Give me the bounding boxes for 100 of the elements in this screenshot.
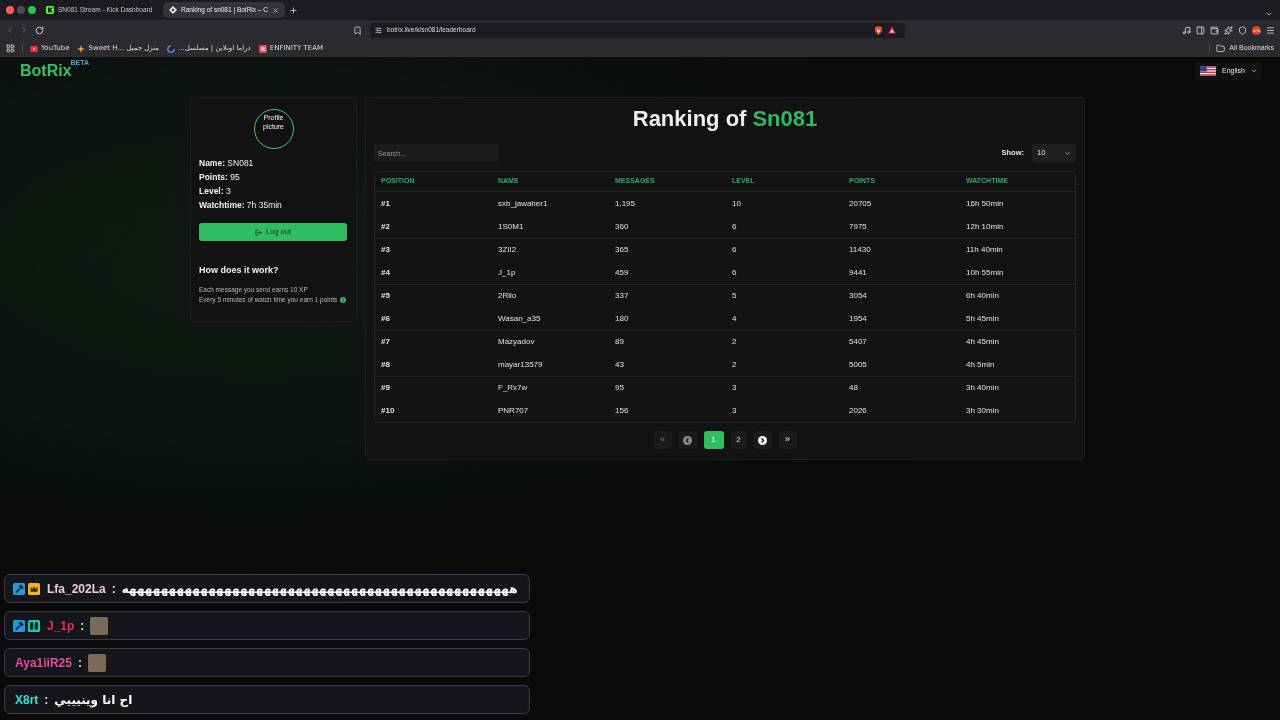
table-cell: 156 (615, 404, 629, 417)
tab-favicon-icon (46, 6, 54, 14)
table-cell: 337 (615, 290, 629, 302)
shield-icon[interactable] (1238, 25, 1247, 35)
table-cell: 95 (615, 382, 624, 394)
reload-icon[interactable] (35, 25, 44, 35)
page-button[interactable]: 2 (730, 431, 747, 449)
table-cell: 12h 10min (966, 220, 1004, 233)
chat-separator: : (80, 617, 85, 635)
table-cell: 6h 40min (966, 290, 999, 302)
shield-logo-icon[interactable] (874, 25, 883, 35)
table-cell: Wasan_a35 (498, 312, 541, 325)
table-cell: #9 (381, 382, 390, 394)
table-cell: mayar13579 (498, 358, 543, 371)
tab-list-chevron-icon[interactable] (1265, 10, 1273, 18)
table-cell: #8 (381, 358, 390, 371)
site-logo[interactable]: BotRix (20, 62, 72, 80)
table-cell: #1 (381, 197, 390, 210)
table-cell: #3 (381, 244, 390, 256)
triangle-logo-icon[interactable] (888, 26, 896, 34)
chat-username[interactable]: J_1p (47, 616, 75, 635)
loading-ring-icon (167, 44, 176, 53)
emote-image (87, 653, 106, 672)
menu-icon[interactable] (1266, 25, 1275, 35)
table-cell: 5407 (849, 336, 867, 348)
table-cell: 360 (615, 220, 629, 233)
chat-username[interactable]: Aya1iiR25 (15, 653, 72, 672)
sparkle-icon[interactable] (1224, 25, 1233, 35)
bookmark-icon[interactable] (353, 25, 362, 35)
table-cell: 180 (615, 312, 629, 325)
table-cell: 4h 45min (966, 336, 999, 348)
channel-name: Sn081 (752, 106, 818, 132)
table-cell: #7 (381, 336, 390, 348)
music-note-icon[interactable] (1182, 25, 1191, 35)
close-tab-icon[interactable] (272, 6, 279, 14)
table-cell: 11430 (849, 244, 871, 256)
chat-username[interactable]: X8rt (15, 690, 39, 709)
table-cell: 365 (615, 244, 629, 256)
table-cell: 10 (732, 197, 741, 210)
table-cell: 6 (732, 244, 737, 256)
table-cell: 4h 5min (966, 358, 995, 371)
table-cell: 2 (732, 336, 737, 348)
profile-detail: Points: 95 (199, 171, 241, 184)
table-cell: 2 (732, 358, 737, 371)
table-cell: 5h 45min (966, 312, 999, 325)
table-cell: 48 (849, 382, 858, 394)
table-cell: 3054 (849, 290, 867, 302)
hammer-badge-icon (13, 582, 25, 595)
help-heading: How does it work? (199, 264, 280, 277)
sparkle-logo-icon (77, 44, 86, 53)
table-cell: #10 (381, 404, 395, 417)
table-cell: sxb_jawaher1 (498, 197, 548, 210)
last-page-button[interactable]: » (778, 431, 797, 449)
play-logo-icon (30, 45, 38, 52)
table-cell: #4 (381, 266, 390, 279)
emote-image (90, 616, 109, 635)
window-maximize-icon[interactable] (28, 6, 36, 14)
info-icon[interactable] (340, 296, 347, 303)
table-cell: 5 (732, 290, 737, 302)
profile-detail: Level: 3 (199, 185, 232, 198)
table-cell: 1,195 (615, 197, 636, 210)
table-cell: 3 (732, 404, 737, 417)
profile-avatar-icon[interactable] (1252, 25, 1261, 35)
logout-icon (255, 228, 262, 236)
table-cell: 89 (615, 336, 624, 348)
table-cell: Mazyadov (498, 336, 535, 348)
next-page-button[interactable] (753, 431, 772, 449)
chevron-right-circle-icon (758, 435, 767, 445)
table-cell: 3h 40min (966, 382, 999, 394)
chevron-left-circle-icon (683, 435, 692, 445)
flag-icon (1200, 66, 1217, 76)
table-cell: J_1p (498, 266, 516, 279)
new-tab-icon[interactable] (289, 5, 298, 15)
table-cell: 459 (615, 266, 629, 279)
folder-icon (1216, 44, 1226, 53)
profile-detail: Watchtime: 7h 35min (199, 199, 283, 212)
table-cell: 3ZII2 (498, 244, 517, 256)
crown-badge-icon (28, 582, 40, 595)
table-cell: 1954 (849, 312, 867, 325)
square-logo-icon (258, 44, 267, 53)
apps-grid-icon[interactable] (6, 44, 15, 53)
table-cell: 1S0M1 (498, 220, 524, 233)
table-cell: 7975 (849, 220, 867, 233)
table-cell: 2026 (849, 404, 867, 417)
table-cell: 16h 50min (966, 197, 1004, 210)
chat-username[interactable]: Lfa_202La (47, 579, 106, 598)
window-close-icon[interactable] (6, 6, 14, 14)
profile-detail: Name: SN081 (199, 157, 255, 170)
sidebar-icon[interactable] (1196, 25, 1205, 35)
site-settings-icon[interactable] (375, 26, 382, 34)
ranking-title: Ranking of (632, 106, 747, 132)
table-cell: PNR707 (498, 404, 529, 417)
wallet-icon[interactable] (1210, 25, 1219, 35)
table-cell: 2Riio (498, 290, 517, 302)
table-cell: 43 (615, 358, 624, 371)
chat-text: هههههههههههههههههههههههههههههههههههههههههههههههههه (121, 580, 518, 598)
tab-favicon-icon (169, 6, 177, 14)
table-cell: #5 (381, 290, 390, 302)
tile-badge-icon (28, 619, 40, 632)
table-cell: #6 (381, 312, 390, 325)
